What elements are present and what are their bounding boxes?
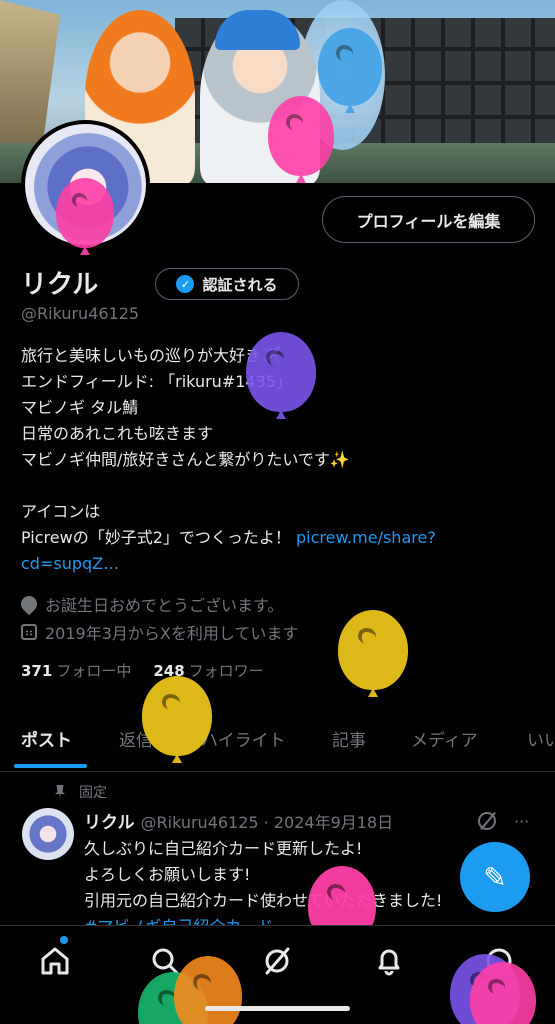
home-notification-dot — [60, 936, 68, 944]
bell-icon — [378, 949, 400, 976]
get-verified-label: 認証される — [202, 275, 278, 294]
profile-handle: @Rikuru46125 — [21, 304, 140, 323]
profile-tabs: ポスト 返信 ハイライト 記事 メディア いい — [0, 712, 555, 772]
birthday-row: お誕生日おめでとうございます。 — [17, 592, 284, 616]
following-count: 371 — [21, 662, 53, 680]
bio-line: アイコンは — [21, 502, 101, 521]
balloon-blue-banner — [318, 28, 382, 106]
post-actions-top: ··· — [478, 812, 529, 831]
compose-button[interactable]: ✎ — [460, 842, 530, 912]
bio-line: 日常のあれこれも呟きます — [21, 424, 214, 443]
tab-media[interactable]: メディア — [411, 726, 478, 751]
balloon-pink-avatar — [56, 178, 114, 248]
tab-highlights[interactable]: ハイライト — [201, 726, 286, 751]
tab-likes[interactable]: いい — [527, 726, 555, 751]
birthday-text: お誕生日おめでとうございます。 — [45, 596, 284, 615]
grok-icon[interactable] — [478, 812, 496, 830]
post-header: リクル @Rikuru46125 · 2024年9月18日 — [84, 808, 393, 833]
bio-link-continued[interactable]: cd=supqZ… — [21, 551, 541, 577]
home-icon — [41, 947, 69, 975]
tab-articles[interactable]: 記事 — [332, 726, 366, 751]
followers-label: フォロワー — [188, 662, 264, 680]
following-link[interactable]: 371 フォロー中 — [21, 660, 131, 681]
verified-badge-icon: ✓ — [176, 275, 195, 293]
bio-line: マビノギ仲間/旅好きさんと繋がりたいです✨ — [21, 450, 350, 469]
follow-stats: 371 フォロー中 248 フォロワー — [21, 660, 264, 681]
tab-posts[interactable]: ポスト — [21, 726, 72, 751]
post-handle-date: @Rikuru46125 · 2024年9月18日 — [140, 813, 394, 832]
balloon-pink-banner — [268, 96, 334, 176]
bio-text: Picrewの「妙子式2」でつくったよ！ — [21, 528, 296, 547]
home-indicator-bar — [205, 1006, 350, 1011]
nav-home[interactable] — [38, 944, 72, 978]
post-avatar[interactable] — [22, 808, 74, 860]
balloon-icon — [17, 592, 41, 616]
calendar-icon — [21, 624, 37, 640]
active-tab-indicator — [14, 764, 87, 768]
get-verified-button[interactable]: ✓ 認証される — [155, 268, 299, 300]
edit-profile-button[interactable]: プロフィールを編集 — [322, 196, 535, 243]
profile-name: リクル — [21, 270, 99, 300]
pin-icon — [55, 785, 65, 799]
balloon-yellow-tabs — [142, 676, 212, 756]
nav-grok[interactable] — [260, 944, 294, 978]
balloon-purple-bio — [246, 332, 316, 412]
pinned-label: 固定 — [79, 785, 107, 801]
compose-icon: ✎ — [483, 860, 507, 894]
more-options-icon[interactable]: ··· — [514, 812, 529, 831]
joined-row: 2019年3月からXを利用しています — [21, 620, 298, 644]
balloon-yellow-right — [338, 610, 408, 690]
joined-text: 2019年3月からXを利用しています — [45, 624, 299, 643]
bio-link[interactable]: picrew.me/share? — [296, 528, 436, 547]
grok-icon — [265, 947, 290, 975]
bio-line: Picrewの「妙子式2」でつくったよ！ picrew.me/share? — [21, 525, 541, 551]
following-label: フォロー中 — [56, 662, 132, 680]
pinned-indicator: 固定 — [55, 782, 107, 802]
post-author-name[interactable]: リクル — [84, 813, 135, 833]
nav-notifications[interactable] — [372, 944, 406, 978]
